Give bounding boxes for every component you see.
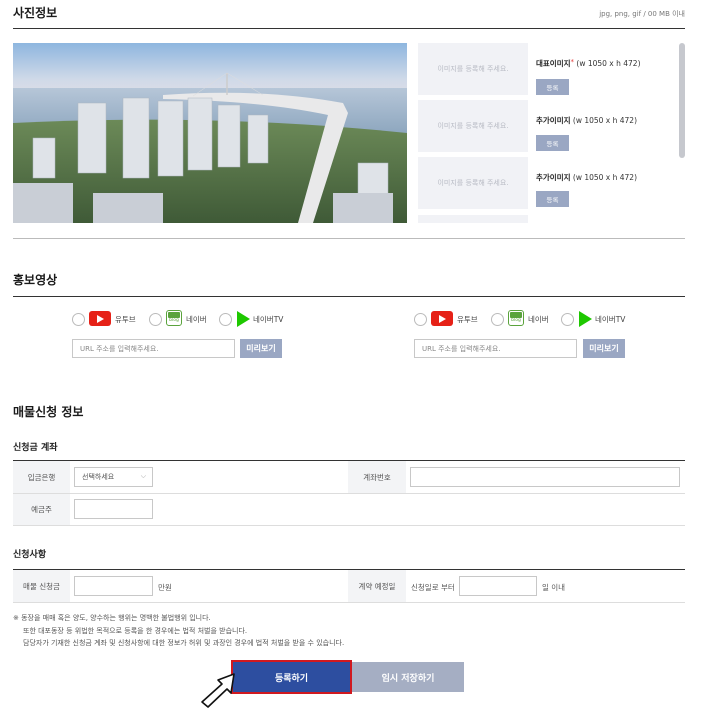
upload-box-partial: [418, 215, 528, 223]
upload-box-extra-1[interactable]: 이미지를 등록해 주세요.: [418, 100, 528, 152]
upload-box-extra-2[interactable]: 이미지를 등록해 주세요.: [418, 157, 528, 209]
option-label-youtube-1: 유투브: [115, 315, 136, 324]
note-line: 또한 대포동장 등 위법한 목적으로 등록을 한 경우에는 법적 처벌을 받습니…: [23, 626, 248, 635]
main-photo-preview: [13, 43, 407, 223]
bank-select-value: 선택하세요: [82, 473, 115, 481]
register-button-extra-1[interactable]: 등록: [536, 135, 569, 151]
sale-section-title: 매물신청 정보: [13, 405, 84, 419]
video-section-title: 홍보영상: [13, 273, 58, 287]
youtube-icon: [431, 311, 453, 326]
account-number-label: 계좌번호: [348, 461, 406, 493]
slot-size: (w 1050 x h 472): [572, 173, 638, 182]
naver-blog-icon: blog: [166, 310, 182, 326]
amount-label: 매물 신청금: [13, 570, 70, 602]
period-suffix: 일 이내: [542, 583, 566, 592]
row-divider: [13, 525, 685, 526]
pointer-cursor-icon: [201, 673, 235, 708]
register-button-extra-2[interactable]: 등록: [536, 191, 569, 207]
naver-tv-icon: [579, 311, 592, 327]
radio-navertv-1[interactable]: [219, 313, 232, 326]
bank-select[interactable]: 선택하세요 ⌵: [74, 467, 153, 487]
amount-input[interactable]: [74, 576, 153, 596]
video-url-input-1[interactable]: URL 주소를 입력해주세요.: [72, 339, 235, 358]
slot-label-extra-2: 추가이미지 (w 1050 x h 472): [536, 172, 637, 183]
period-input[interactable]: [459, 576, 537, 596]
note-line: ※ 동장을 매매 혹은 양도, 양수하는 행위는 명백한 불법행위 입니다.: [13, 614, 211, 622]
register-button-main[interactable]: 등록: [536, 79, 569, 95]
video-section-divider: [13, 296, 685, 297]
option-label-naver-1: 네이버: [186, 315, 207, 324]
radio-youtube-1[interactable]: [72, 313, 85, 326]
slot-title: 대표이미지: [536, 59, 571, 68]
option-label-navertv-2: 네이버TV: [595, 315, 626, 324]
slot-list-scrollbar[interactable]: [679, 43, 685, 158]
photo-section-title: 사진정보: [13, 6, 58, 20]
temp-save-button[interactable]: 임시 저장하기: [352, 662, 464, 692]
upload-box-main[interactable]: 이미지를 등록해 주세요.: [418, 43, 528, 95]
radio-naver-2[interactable]: [491, 313, 504, 326]
radio-youtube-2[interactable]: [414, 313, 427, 326]
video-url-input-2[interactable]: URL 주소를 입력해주세요.: [414, 339, 577, 358]
bank-label: 입금은행: [13, 461, 70, 493]
account-holder-label: 예금주: [13, 494, 70, 525]
format-note: jpg, png, gif / 00 MB 이내: [599, 10, 685, 18]
photo-section-divider: [13, 28, 685, 29]
photo-section-bottom-divider: [13, 238, 685, 239]
chevron-down-icon: ⌵: [140, 472, 146, 480]
required-mark: *: [570, 58, 575, 66]
row-divider: [13, 602, 685, 603]
preview-button-1[interactable]: 미리보기: [240, 339, 282, 358]
slot-label-main: 대표이미지* (w 1050 x h 472): [536, 58, 641, 69]
slot-size: (w 1050 x h 472): [576, 59, 641, 68]
row-divider: [13, 493, 685, 494]
option-label-youtube-2: 유투브: [457, 315, 478, 324]
option-label-navertv-1: 네이버TV: [253, 315, 284, 324]
youtube-icon: [89, 311, 111, 326]
slot-title: 추가이미지: [536, 173, 571, 182]
amount-unit: 만원: [158, 583, 172, 592]
request-subtitle: 신청사항: [13, 550, 47, 560]
slot-title: 추가이미지: [536, 116, 571, 125]
naver-tv-icon: [237, 311, 250, 327]
slot-label-extra-1: 추가이미지 (w 1050 x h 472): [536, 115, 637, 126]
note-line: 담당자가 기재한 신청금 계좌 및 신청사항에 대한 정보가 허위 및 과장인 …: [23, 639, 345, 647]
slot-size: (w 1050 x h 472): [572, 116, 638, 125]
naver-blog-icon: blog: [508, 310, 524, 326]
account-number-input[interactable]: [410, 467, 680, 487]
option-label-naver-2: 네이버: [528, 315, 549, 324]
radio-navertv-2[interactable]: [561, 313, 574, 326]
period-prefix: 신청일로 부터: [411, 583, 455, 592]
submit-button[interactable]: 등록하기: [231, 660, 352, 694]
radio-naver-1[interactable]: [149, 313, 162, 326]
account-holder-input[interactable]: [74, 499, 153, 519]
account-subtitle: 신청금 계좌: [13, 443, 58, 453]
period-label: 계약 예정일: [348, 570, 406, 602]
legal-notes: ※ 동장을 매매 혹은 양도, 양수하는 행위는 명백한 불법행위 입니다. 또…: [13, 612, 344, 650]
preview-button-2[interactable]: 미리보기: [583, 339, 625, 358]
